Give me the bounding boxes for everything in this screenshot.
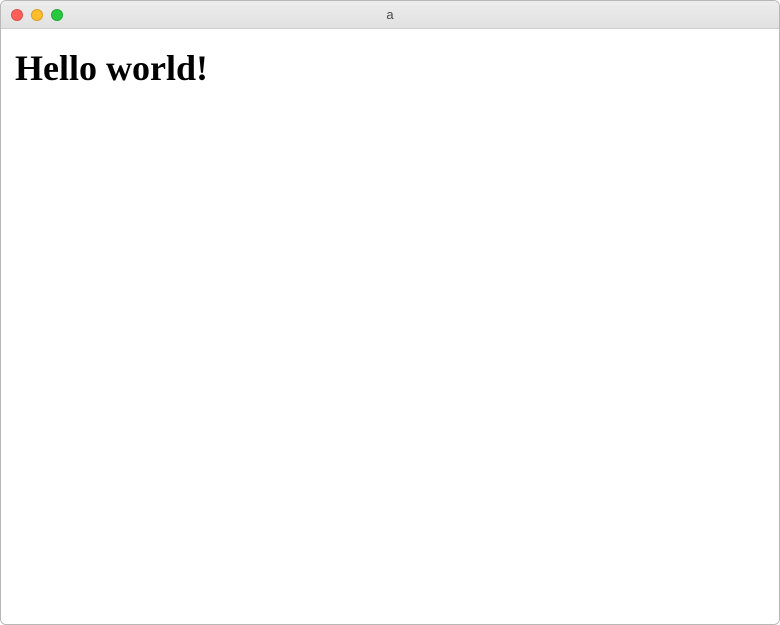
- close-icon[interactable]: [11, 9, 23, 21]
- app-window: a Hello world!: [0, 0, 780, 625]
- content-area: Hello world!: [1, 29, 779, 624]
- titlebar[interactable]: a: [1, 1, 779, 29]
- page-heading: Hello world!: [15, 47, 765, 89]
- traffic-lights: [1, 9, 63, 21]
- window-title: a: [1, 7, 779, 22]
- minimize-icon[interactable]: [31, 9, 43, 21]
- maximize-icon[interactable]: [51, 9, 63, 21]
